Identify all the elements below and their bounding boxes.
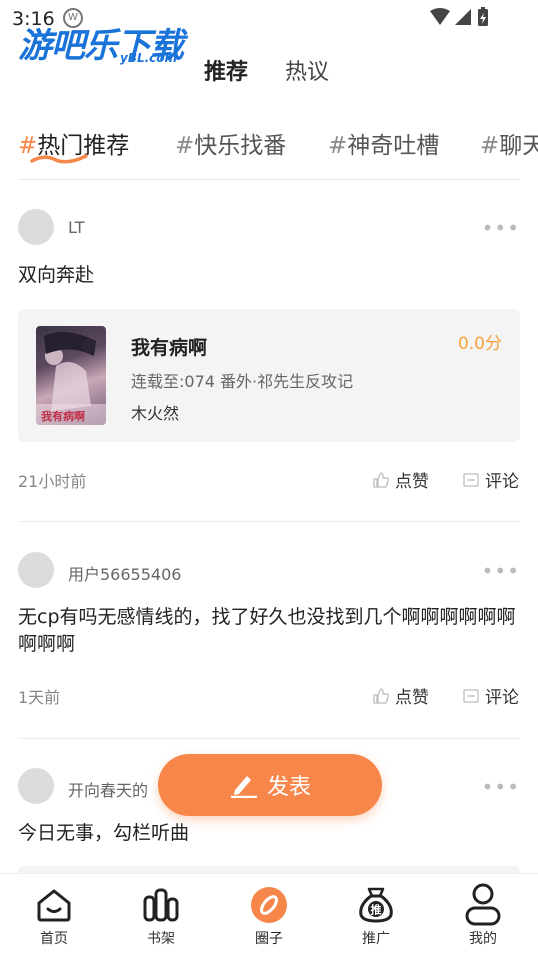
circle-compass-icon	[251, 887, 287, 923]
topic-chat[interactable]: #聊天	[480, 126, 538, 160]
more-options-icon[interactable]: •••	[482, 559, 520, 583]
book-title[interactable]: 我有病啊	[131, 333, 207, 360]
bookshelf-icon	[143, 888, 179, 922]
post-username[interactable]: 用户56655406	[68, 561, 181, 585]
system-icons	[428, 6, 498, 32]
thumbs-up-icon	[373, 471, 389, 488]
topic-active-swoosh	[30, 154, 88, 164]
publish-button[interactable]: 发表	[158, 754, 382, 816]
nav-promote[interactable]: 推 推广	[336, 882, 416, 948]
book-update-status: 连载至:074 番外·祁先生反攻记	[131, 372, 354, 391]
topic-funny-rant[interactable]: #神奇吐槽	[328, 126, 439, 160]
wifi-icon	[430, 8, 450, 25]
tab-recommend[interactable]: 推荐	[204, 54, 248, 86]
comment-icon	[463, 688, 479, 703]
post-time: 21小时前	[18, 472, 87, 491]
profile-icon	[465, 883, 501, 926]
nav-home[interactable]: 首页	[14, 882, 94, 948]
divider	[18, 179, 520, 180]
comment-icon	[463, 472, 479, 487]
promote-bag-icon: 推	[359, 887, 393, 923]
post-content: 双向奔赴	[18, 264, 95, 286]
post-time: 1天前	[18, 688, 61, 707]
comment-button[interactable]: 评论	[462, 683, 519, 708]
bottom-nav: 首页 书架 圈子 推 推广 我的	[0, 873, 538, 956]
svg-text:我有病啊: 我有病啊	[41, 409, 85, 423]
post-username[interactable]: 开向春天的	[68, 777, 148, 801]
more-options-icon[interactable]: •••	[482, 775, 520, 799]
top-tabs: 推荐 热议	[0, 54, 538, 94]
nav-profile[interactable]: 我的	[443, 882, 523, 948]
like-button[interactable]: 点赞	[372, 683, 429, 708]
like-button[interactable]: 点赞	[372, 467, 429, 492]
more-options-icon[interactable]: •••	[482, 216, 520, 240]
thumbs-up-icon	[373, 687, 389, 704]
divider	[18, 738, 520, 739]
post-username[interactable]: LT	[68, 218, 84, 237]
avatar[interactable]	[18, 768, 54, 804]
comment-button[interactable]: 评论	[462, 467, 519, 492]
pencil-icon	[230, 776, 257, 798]
svg-text:推: 推	[371, 903, 382, 917]
book-cover-image: 我有病啊	[36, 326, 106, 425]
divider	[18, 521, 520, 522]
avatar[interactable]	[18, 552, 54, 588]
topic-find-anime[interactable]: #快乐找番	[175, 126, 286, 160]
book-card[interactable]: 我有病啊 我有病啊 0.0分 连载至:074 番外·祁先生反攻记 木火然	[18, 309, 520, 442]
signal-icon	[455, 9, 471, 25]
book-score: 0.0分	[457, 334, 502, 354]
post-content: 今日无事，勾栏听曲	[18, 822, 190, 844]
book-author: 木火然	[131, 404, 180, 423]
home-icon	[37, 889, 71, 922]
tab-hot-discussion[interactable]: 热议	[285, 54, 329, 86]
nav-circle[interactable]: 圈子	[229, 882, 309, 948]
post-content: 无cp有吗无感情线的，找了好久也没找到几个啊啊啊啊啊啊啊啊啊	[18, 606, 516, 655]
avatar[interactable]	[18, 209, 54, 245]
nav-bookshelf[interactable]: 书架	[121, 882, 201, 948]
